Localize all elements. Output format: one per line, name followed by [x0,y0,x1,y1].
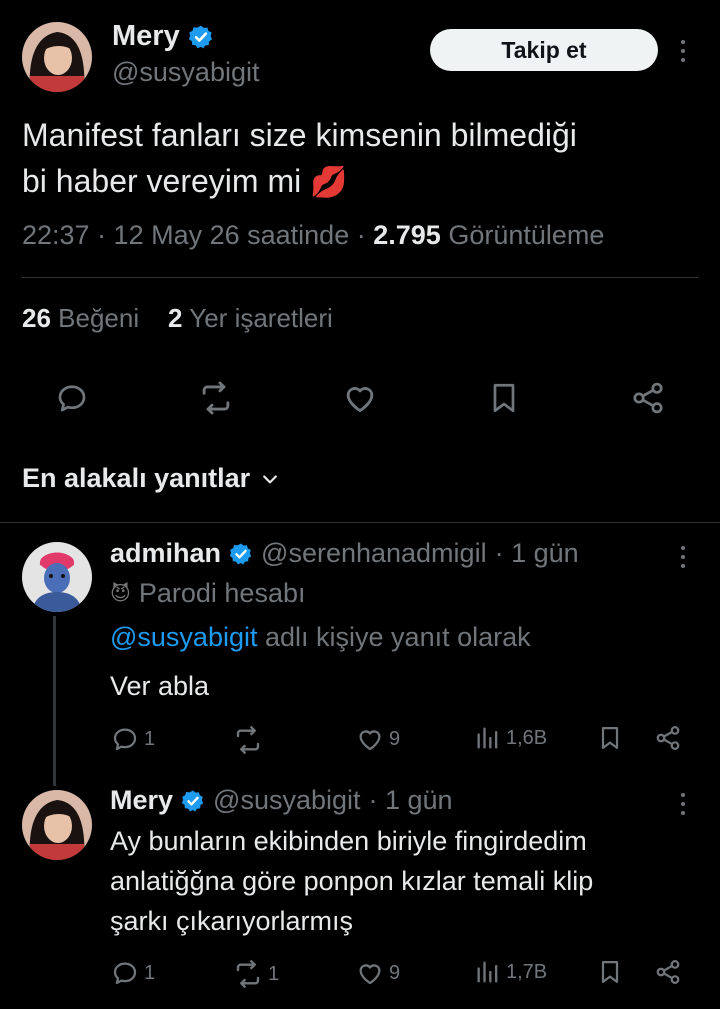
verified-badge-icon [188,24,214,50]
bookmark-icon [596,724,624,752]
reply-icon [110,724,140,754]
bookmark-action[interactable] [596,958,624,986]
sort-label: En alakalı yanıtlar [22,463,251,493]
reply-count: 1 [144,961,156,984]
reply-avatar[interactable] [22,542,92,612]
views-label: Görüntüleme [448,220,605,250]
reply-header: admihan @serenhanadmigil · 1 gün [110,538,579,569]
share-action[interactable] [654,958,682,986]
reply-action[interactable]: 1 [110,724,155,754]
author-name[interactable]: Mery [112,20,180,53]
thread-connector-line [53,616,56,786]
like-icon[interactable] [340,378,380,418]
like-count: 9 [389,727,401,750]
like-icon [355,724,385,754]
reply-icon[interactable] [52,378,92,418]
share-action[interactable] [654,724,682,752]
likes-label[interactable]: Beğeni [58,303,139,333]
author-name-row: Mery [112,20,214,53]
tweet-text-line1: Manifest fanları size kimsenin bilmediği [22,117,577,153]
retweet-icon[interactable] [196,378,236,418]
reply-time[interactable]: · 1 gün [495,538,579,569]
sort-replies-dropdown[interactable]: En alakalı yanıtlar [22,463,280,494]
tweet-stats: 26 Beğeni 2 Yer işaretleri [22,303,333,334]
reply-text-line2: anlatiğğna göre ponpon kızlar temali kli… [110,866,594,896]
tweet-timestamp[interactable]: 22:37 · 12 May 26 saatinde · [22,220,366,250]
view-count: 1,6B [506,726,548,749]
author-avatar[interactable] [22,22,92,92]
share-icon[interactable] [628,378,668,418]
reply-text: Ay bunların ekibinden biriyle fingirdedi… [110,821,690,941]
more-options-icon[interactable] [680,793,686,815]
follow-button[interactable]: Takip et [430,29,658,71]
tweet-text-line2: bi haber vereyim mi [22,163,302,199]
views-action[interactable]: 1,6B [474,724,547,752]
more-options-icon[interactable] [680,40,686,62]
bookmark-action[interactable] [596,724,624,752]
reply-text-line1: Ay bunların ekibinden biriyle fingirdedi… [110,826,587,856]
bookmark-icon [596,958,624,986]
views-chart-icon [474,724,502,752]
bookmark-icon[interactable] [484,378,524,418]
retweet-action[interactable]: 1 [232,958,279,990]
divider [22,277,698,278]
reply-to-suffix: adlı kişiye yanıt olarak [265,622,531,652]
reply-icon [110,958,140,988]
retweet-icon [232,724,264,756]
reply-handle[interactable]: @susyabigit [213,785,360,816]
reply-header: Mery @susyabigit · 1 gün [110,785,453,816]
reply-count: 1 [144,727,156,750]
like-action[interactable]: 9 [355,958,400,988]
tweet-meta: 22:37 · 12 May 26 saatinde · 2.795 Görün… [22,220,604,251]
likes-count[interactable]: 26 [22,303,51,333]
share-icon [654,958,682,986]
retweet-icon [232,958,264,990]
reply-to-mention[interactable]: @susyabigit [110,622,257,652]
parody-label: 😈 Parodi hesabı [110,578,305,609]
replies-divider [0,522,720,523]
author-handle[interactable]: @susyabigit [112,57,259,88]
reply-time[interactable]: · 1 gün [369,785,453,816]
views-count: 2.795 [373,220,441,250]
kiss-emoji-icon: 💋 [310,166,348,199]
reply-handle[interactable]: @serenhanadmigil [261,538,487,569]
views-chart-icon [474,958,502,986]
tweet-text: Manifest fanları size kimsenin bilmediği… [22,112,702,206]
view-count: 1,7B [506,960,548,983]
like-icon [355,958,385,988]
more-options-icon[interactable] [680,546,686,568]
share-icon [654,724,682,752]
parody-label-text: Parodi hesabı [138,578,306,608]
retweet-action[interactable] [232,724,268,756]
verified-badge-icon [181,789,205,813]
reply-avatar[interactable] [22,790,92,860]
reply-author-name[interactable]: admihan [110,538,221,569]
bookmarks-label[interactable]: Yer işaretleri [189,303,333,333]
chevron-down-icon [260,469,280,489]
parody-mask-icon: 😈 [110,583,131,605]
views-action[interactable]: 1,7B [474,958,547,986]
reply-author-name[interactable]: Mery [110,785,173,816]
bookmarks-count[interactable]: 2 [168,303,182,333]
tweet-text-line2-row: bi haber vereyim mi 💋 [22,158,702,206]
verified-badge-icon [229,542,253,566]
reply-to-line: @susyabigit adlı kişiye yanıt olarak [110,622,531,653]
reply-text-line3: şarkı çıkarıyorlarmış [110,906,354,936]
reply-action[interactable]: 1 [110,958,155,988]
retweet-count: 1 [268,962,280,985]
like-action[interactable]: 9 [355,724,400,754]
reply-text: Ver abla [110,671,210,701]
like-count: 9 [389,961,401,984]
